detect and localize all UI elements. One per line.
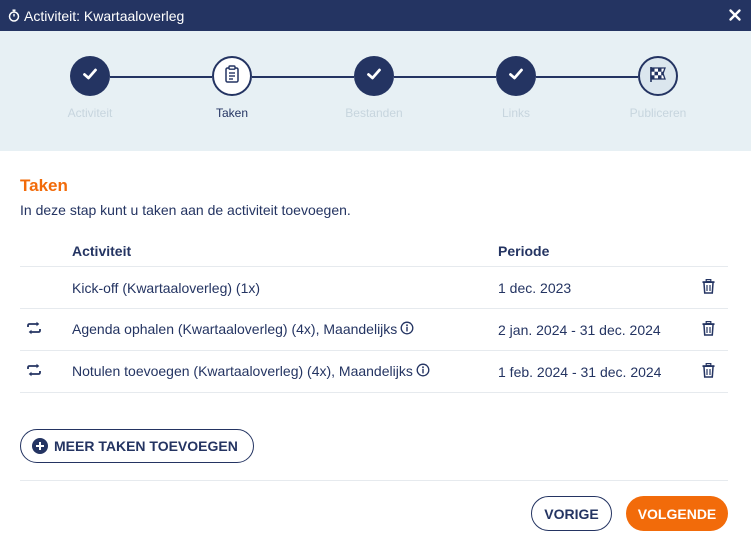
header-icon-col [20,235,72,267]
window-titlebar: Activiteit: Kwartaaloverleg [0,0,751,31]
header-period: Periode [498,235,688,267]
row-activity: Agenda ophalen (Kwartaaloverleg) (4x), M… [72,321,398,338]
info-icon[interactable] [400,321,414,338]
step-links[interactable]: Links [446,56,586,120]
delete-button[interactable] [688,266,728,309]
step-activiteit[interactable]: Activiteit [20,56,160,120]
delete-button[interactable] [688,308,728,351]
step-publiceren[interactable]: Publiceren [588,56,728,120]
row-activity-cell: Notulen toevoegen (Kwartaaloverleg) (4x)… [72,350,498,393]
section-title: Taken [20,176,68,195]
row-period: 1 feb. 2024 - 31 dec. 2024 [498,350,688,393]
footer-divider [20,480,728,481]
delete-button[interactable] [688,350,728,393]
row-icon-cell [20,350,72,393]
header-activity: Activiteit [72,235,498,267]
next-button[interactable]: VOLGENDE [626,496,728,531]
add-more-tasks-button[interactable]: MEER TAKEN TOEVOEGEN [20,429,254,463]
row-activity-cell: Kick-off (Kwartaaloverleg) (1x) [72,266,498,309]
table-header-row: Activiteit Periode [20,235,728,267]
header-actions-col [688,235,728,267]
row-icon-cell [20,266,72,309]
step-circle [70,56,110,96]
add-more-label: MEER TAKEN TOEVOEGEN [54,438,238,454]
step-label: Publiceren [629,106,687,120]
step-circle [212,56,252,96]
row-period: 2 jan. 2024 - 31 dec. 2024 [498,308,688,351]
wizard-stepper: Activiteit Taken Bestanden Links Publice… [0,31,751,151]
repeat-icon [26,363,42,380]
info-icon[interactable] [416,363,430,380]
row-period: 1 dec. 2023 [498,266,688,309]
trash-icon[interactable] [702,362,715,381]
step-circle [496,56,536,96]
row-activity-cell: Agenda ophalen (Kwartaaloverleg) (4x), M… [72,308,498,351]
check-icon [81,65,99,88]
window-title: Activiteit: Kwartaaloverleg [24,7,185,24]
tasks-table: Activiteit Periode Kick-off (Kwartaalove… [20,235,728,393]
trash-icon[interactable] [702,278,715,297]
section-description: In deze stap kunt u taken aan de activit… [20,202,351,218]
checkered-flag-icon [648,65,668,88]
step-circle [354,56,394,96]
row-icon-cell [20,308,72,351]
clipboard-icon [224,64,240,88]
step-circle [638,56,678,96]
table-row[interactable]: Agenda ophalen (Kwartaaloverleg) (4x), M… [20,308,728,351]
table-row[interactable]: Notulen toevoegen (Kwartaaloverleg) (4x)… [20,350,728,393]
step-label: Links [501,106,530,120]
step-label: Taken [215,106,249,120]
table-row[interactable]: Kick-off (Kwartaaloverleg) (1x) 1 dec. 2… [20,266,728,309]
row-activity: Kick-off (Kwartaaloverleg) (1x) [72,279,261,296]
step-taken[interactable]: Taken [162,56,302,120]
row-activity: Notulen toevoegen (Kwartaaloverleg) (4x)… [72,363,413,380]
stopwatch-icon [8,9,21,22]
check-icon [507,65,525,88]
check-icon [365,65,383,88]
step-label: Bestanden [345,106,403,120]
previous-button[interactable]: VORIGE [531,496,612,531]
step-bestanden[interactable]: Bestanden [304,56,444,120]
trash-icon[interactable] [702,320,715,339]
step-label: Activiteit [67,106,113,120]
close-icon[interactable] [728,8,742,22]
repeat-icon [26,321,42,338]
plus-circle-icon [32,438,48,454]
